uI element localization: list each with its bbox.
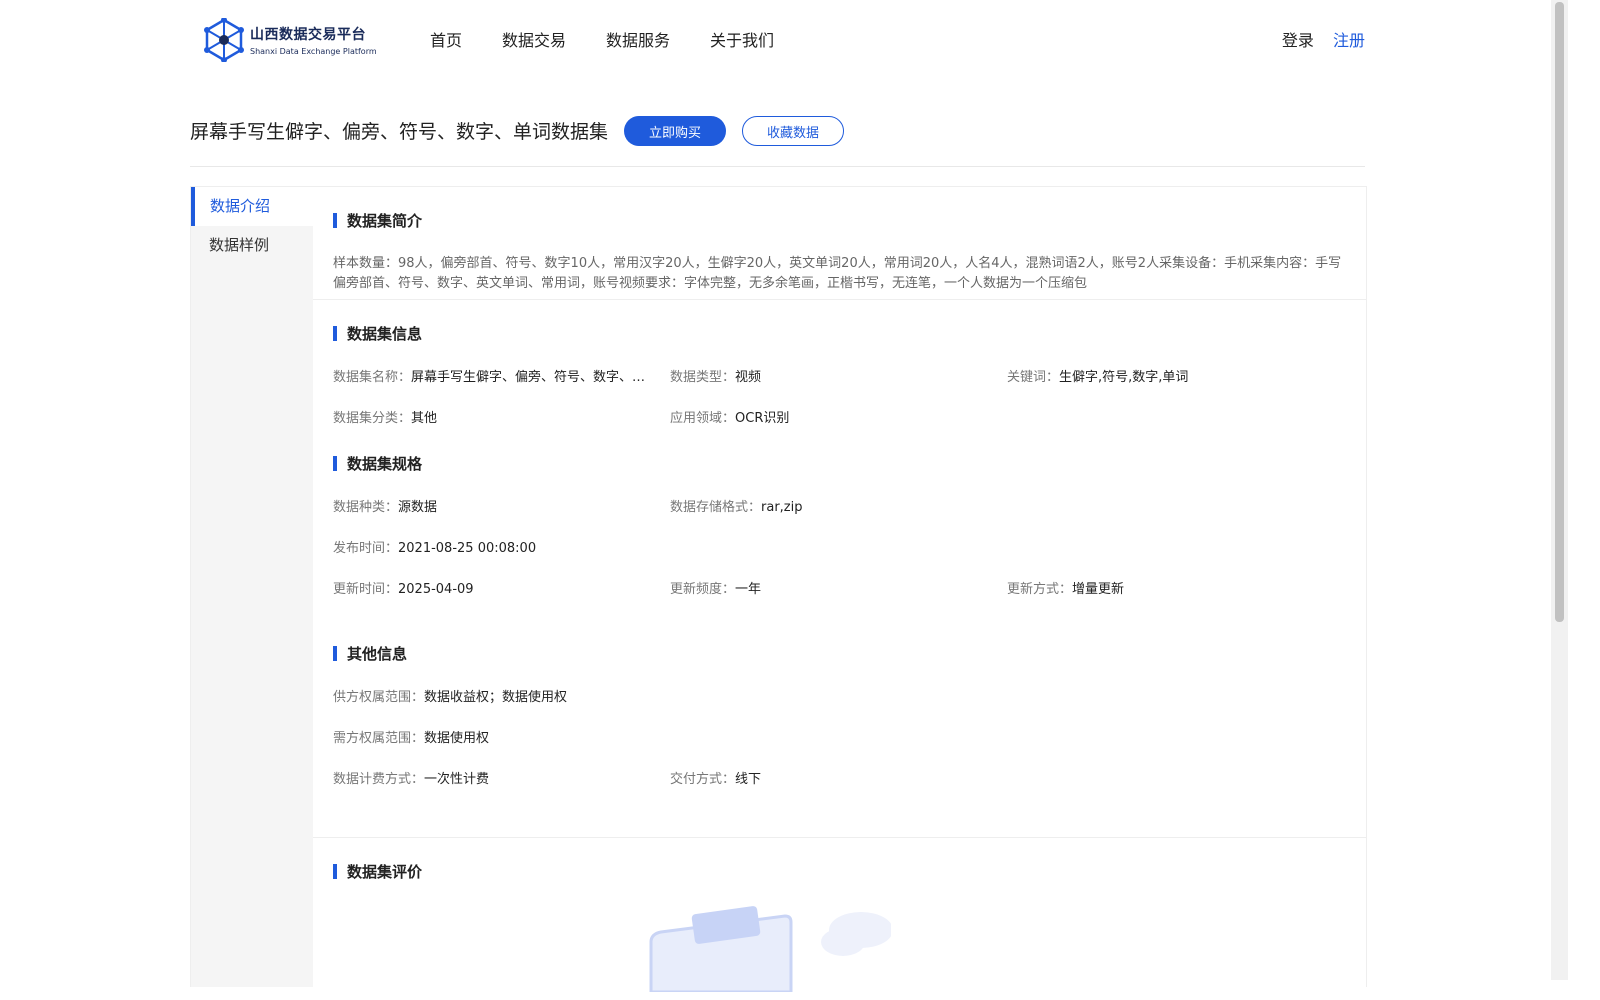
field-dataset-category: 数据集分类：其他 (333, 411, 438, 426)
page-title: 屏幕手写生僻字、偏旁、符号、数字、单词数据集 (190, 121, 609, 143)
field-update-mode: 更新方式：增量更新 (1007, 582, 1125, 597)
nav-item-data-services[interactable]: 数据服务 (606, 27, 670, 51)
content-area: 数据集简介 样本数量：98人，偏旁部首、符号、数字10人，常用汉字20人，生僻字… (313, 187, 1366, 881)
field-update-time: 更新时间：2025-04-09 (333, 582, 474, 597)
scrollbar-thumb[interactable] (1555, 2, 1564, 622)
hexagon-network-logo-icon (204, 18, 244, 62)
field-demander-rights: 需方权属范围：数据使用权 (333, 731, 490, 746)
field-dataset-name: 数据集名称：屏幕手写生僻字、偏旁、符号、数字、单词数据集 (333, 370, 650, 385)
field-data-kind: 数据种类：源数据 (333, 500, 438, 515)
section-title: 数据集简介 (333, 210, 1346, 230)
empty-clipboard-illustration-icon (649, 906, 891, 992)
section-title: 其他信息 (333, 643, 1346, 663)
field-application-domain: 应用领域：OCR识别 (670, 411, 790, 426)
section-title: 数据集评价 (333, 861, 1346, 881)
field-update-frequency: 更新频度：一年 (670, 582, 762, 597)
info-spec-other-section: 数据集信息 数据集名称：屏幕手写生僻字、偏旁、符号、数字、单词数据集 数据类型：… (313, 323, 1366, 838)
logo-subtitle: Shanxi Data Exchange Platform (250, 47, 377, 56)
field-publish-time: 发布时间：2021-08-25 00:08:00 (333, 541, 537, 556)
site-header: 山西数据交易平台 Shanxi Data Exchange Platform 首… (190, 0, 1365, 78)
field-storage-format: 数据存储格式：rar,zip (670, 500, 803, 515)
section-title: 数据集规格 (333, 453, 1346, 473)
intro-section: 数据集简介 样本数量：98人，偏旁部首、符号、数字10人，常用汉字20人，生僻字… (313, 187, 1366, 300)
field-delivery-method: 交付方式：线下 (670, 772, 762, 787)
field-keywords: 关键词：生僻字,符号,数字,单词 (1007, 370, 1189, 385)
intro-text: 样本数量：98人，偏旁部首、符号、数字10人，常用汉字20人，生僻字20人，英文… (333, 256, 1342, 291)
site-logo[interactable]: 山西数据交易平台 Shanxi Data Exchange Platform (204, 18, 377, 62)
review-section: 数据集评价 (313, 861, 1366, 881)
field-supplier-rights: 供方权属范围：数据收益权；数据使用权 (333, 690, 568, 705)
sidebar-item-data-intro[interactable]: 数据介绍 (191, 187, 313, 226)
sidebar-item-data-sample[interactable]: 数据样例 (191, 226, 313, 265)
main-nav: 首页 数据交易 数据服务 关于我们 (430, 27, 814, 51)
logo-title: 山西数据交易平台 (250, 27, 366, 43)
auth-links: 登录 注册 (1282, 27, 1365, 51)
login-link[interactable]: 登录 (1282, 31, 1314, 50)
nav-item-about-us[interactable]: 关于我们 (710, 27, 774, 51)
detail-panel: 数据介绍 数据样例 数据集简介 样本数量：98人，偏旁部首、符号、数字10人，常… (190, 186, 1367, 992)
buy-now-button[interactable]: 立即购买 (624, 116, 727, 146)
register-link[interactable]: 注册 (1333, 31, 1365, 50)
field-data-type: 数据类型：视频 (670, 370, 762, 385)
favorite-button[interactable]: 收藏数据 (742, 116, 845, 146)
sidebar: 数据介绍 数据样例 (191, 187, 313, 987)
dataset-title-bar: 屏幕手写生僻字、偏旁、符号、数字、单词数据集 立即购买 收藏数据 (190, 116, 1365, 167)
page-scrollbar[interactable] (1551, 0, 1568, 980)
section-title: 数据集信息 (333, 323, 1346, 343)
field-billing-method: 数据计费方式：一次性计费 (333, 772, 490, 787)
nav-item-data-trading[interactable]: 数据交易 (502, 27, 566, 51)
nav-item-home[interactable]: 首页 (430, 27, 462, 51)
